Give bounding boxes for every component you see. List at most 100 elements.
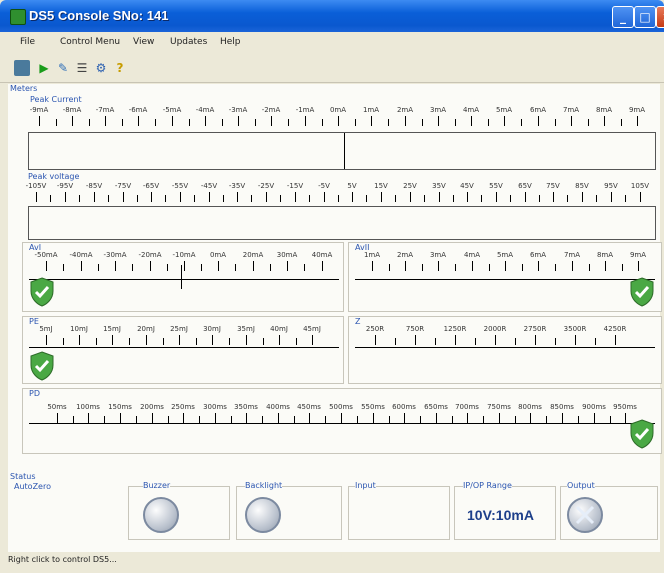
pd-tick-label: 50ms: [47, 403, 67, 411]
avi-tick: [253, 261, 254, 271]
edit-icon[interactable]: ✎: [55, 60, 71, 76]
peak-current-tick-label: -8mA: [62, 106, 82, 114]
avii-tick-label: 6mA: [529, 251, 547, 259]
z-minor-tick: [395, 338, 396, 345]
pd-tick: [373, 413, 374, 423]
menu-file[interactable]: File: [20, 37, 35, 47]
z-tick: [535, 335, 536, 345]
peak-voltage-minor-tick: [424, 195, 425, 202]
speaker-icon[interactable]: [143, 497, 179, 533]
range-label: IP/OP Range: [463, 481, 512, 490]
bulb-icon[interactable]: [245, 497, 281, 533]
avi-tick: [46, 261, 47, 271]
avii-tick-label: 3mA: [429, 251, 447, 259]
peak-voltage-minor-tick: [165, 195, 166, 202]
menu-help[interactable]: Help: [220, 37, 241, 47]
pd-minor-tick: [325, 416, 326, 423]
z-tick: [455, 335, 456, 345]
backlight-label: Backlight: [245, 481, 283, 490]
avii-tick: [538, 261, 539, 271]
z-tick: [375, 335, 376, 345]
peak-voltage-tick: [151, 192, 152, 202]
peak-current-minor-tick: [56, 119, 57, 126]
autozero-panel: AutoZero: [12, 482, 122, 538]
z-minor-tick: [475, 338, 476, 345]
peak-voltage-tick: [94, 192, 95, 202]
play-icon[interactable]: ▶: [36, 60, 52, 76]
pd-minor-tick: [389, 416, 390, 423]
link-icon[interactable]: ⚙: [93, 60, 109, 76]
pe-tick: [212, 335, 213, 345]
peak-current-tick-label: 1mA: [362, 106, 380, 114]
pd-tick: [499, 413, 500, 423]
peak-current-tick-label: -7mA: [95, 106, 115, 114]
z-minor-tick: [555, 338, 556, 345]
peak-current-minor-tick: [122, 119, 123, 126]
pd-tick-label: 150ms: [108, 403, 132, 411]
peak-voltage-tick: [123, 192, 124, 202]
peak-current-label: Peak Current: [30, 95, 82, 104]
pd-tick-label: 550ms: [361, 403, 385, 411]
pd-minor-tick: [420, 416, 421, 423]
output-toggle-icon[interactable]: [567, 497, 603, 533]
database-icon[interactable]: [14, 60, 30, 76]
peak-voltage-tick: [381, 192, 382, 202]
peak-current-minor-tick: [588, 119, 589, 126]
peak-voltage-tick-label: 15V: [374, 182, 388, 190]
peak-voltage-tick-label: 65V: [518, 182, 532, 190]
pe-minor-tick: [296, 338, 297, 345]
peak-current-scale: -9mA -8mA -7mA -6mA -5mA -4mA -3mA -2mA -1mA 0mA 1…: [22, 106, 654, 134]
pe-tick: [279, 335, 280, 345]
peak-current-tick-label: 6mA: [529, 106, 547, 114]
avi-tick-label: 40mA: [311, 251, 333, 259]
pd-tick-label: 400ms: [266, 403, 290, 411]
pe-tick: [246, 335, 247, 345]
peak-current-minor-tick: [255, 119, 256, 126]
menu-view[interactable]: View: [133, 37, 154, 47]
peak-current-minor-tick: [322, 119, 323, 126]
avi-tick-label: -50mA: [34, 251, 58, 259]
title-bar[interactable]: DS5 Console SNo: 141 _ □ ×: [0, 0, 664, 32]
peak-current-tick-label: -5mA: [162, 106, 182, 114]
close-button[interactable]: ×: [656, 6, 664, 28]
peak-current-minor-tick: [488, 119, 489, 126]
pd-minor-tick: [136, 416, 137, 423]
peak-voltage-tick-label: -75V: [114, 182, 132, 190]
avii-tick: [638, 261, 639, 271]
pd-tick-label: 500ms: [329, 403, 353, 411]
avi-minor-tick: [132, 264, 133, 271]
avii-minor-tick: [489, 264, 490, 271]
peak-current-minor-tick: [422, 119, 423, 126]
help-icon[interactable]: ?: [112, 60, 128, 76]
avi-panel: AvI -50mA -40mA -30mA -20mA -10mA 0mA 20mA 30mA…: [22, 242, 344, 312]
peak-current-tick-label: -6mA: [128, 106, 148, 114]
z-tick-label: 2750R: [523, 325, 547, 333]
list-icon[interactable]: ☰: [74, 60, 90, 76]
pe-minor-tick: [63, 338, 64, 345]
pd-minor-tick: [610, 416, 611, 423]
peak-voltage-tick: [467, 192, 468, 202]
peak-current-tick-label: 0mA: [329, 106, 347, 114]
avii-tick-label: 7mA: [563, 251, 581, 259]
pd-minor-tick: [483, 416, 484, 423]
pd-tick-label: 900ms: [582, 403, 606, 411]
peak-current-minor-tick: [521, 119, 522, 126]
pe-tick: [179, 335, 180, 345]
maximize-button[interactable]: □: [634, 6, 656, 28]
avii-tick: [605, 261, 606, 271]
minimize-button[interactable]: _: [612, 6, 634, 28]
peak-voltage-minor-tick: [194, 195, 195, 202]
avii-tick: [405, 261, 406, 271]
peak-voltage-tick: [611, 192, 612, 202]
pd-tick: [183, 413, 184, 423]
pd-minor-tick: [515, 416, 516, 423]
peak-current-tick: [172, 116, 173, 126]
pd-tick: [278, 413, 279, 423]
pd-tick: [594, 413, 595, 423]
peak-voltage-tick: [553, 192, 554, 202]
menu-control[interactable]: Control Menu: [60, 37, 120, 47]
pe-minor-tick: [196, 338, 197, 345]
pe-tick-label: 35mJ: [237, 325, 255, 333]
menu-updates[interactable]: Updates: [170, 37, 207, 47]
avii-tick-label: 4mA: [463, 251, 481, 259]
